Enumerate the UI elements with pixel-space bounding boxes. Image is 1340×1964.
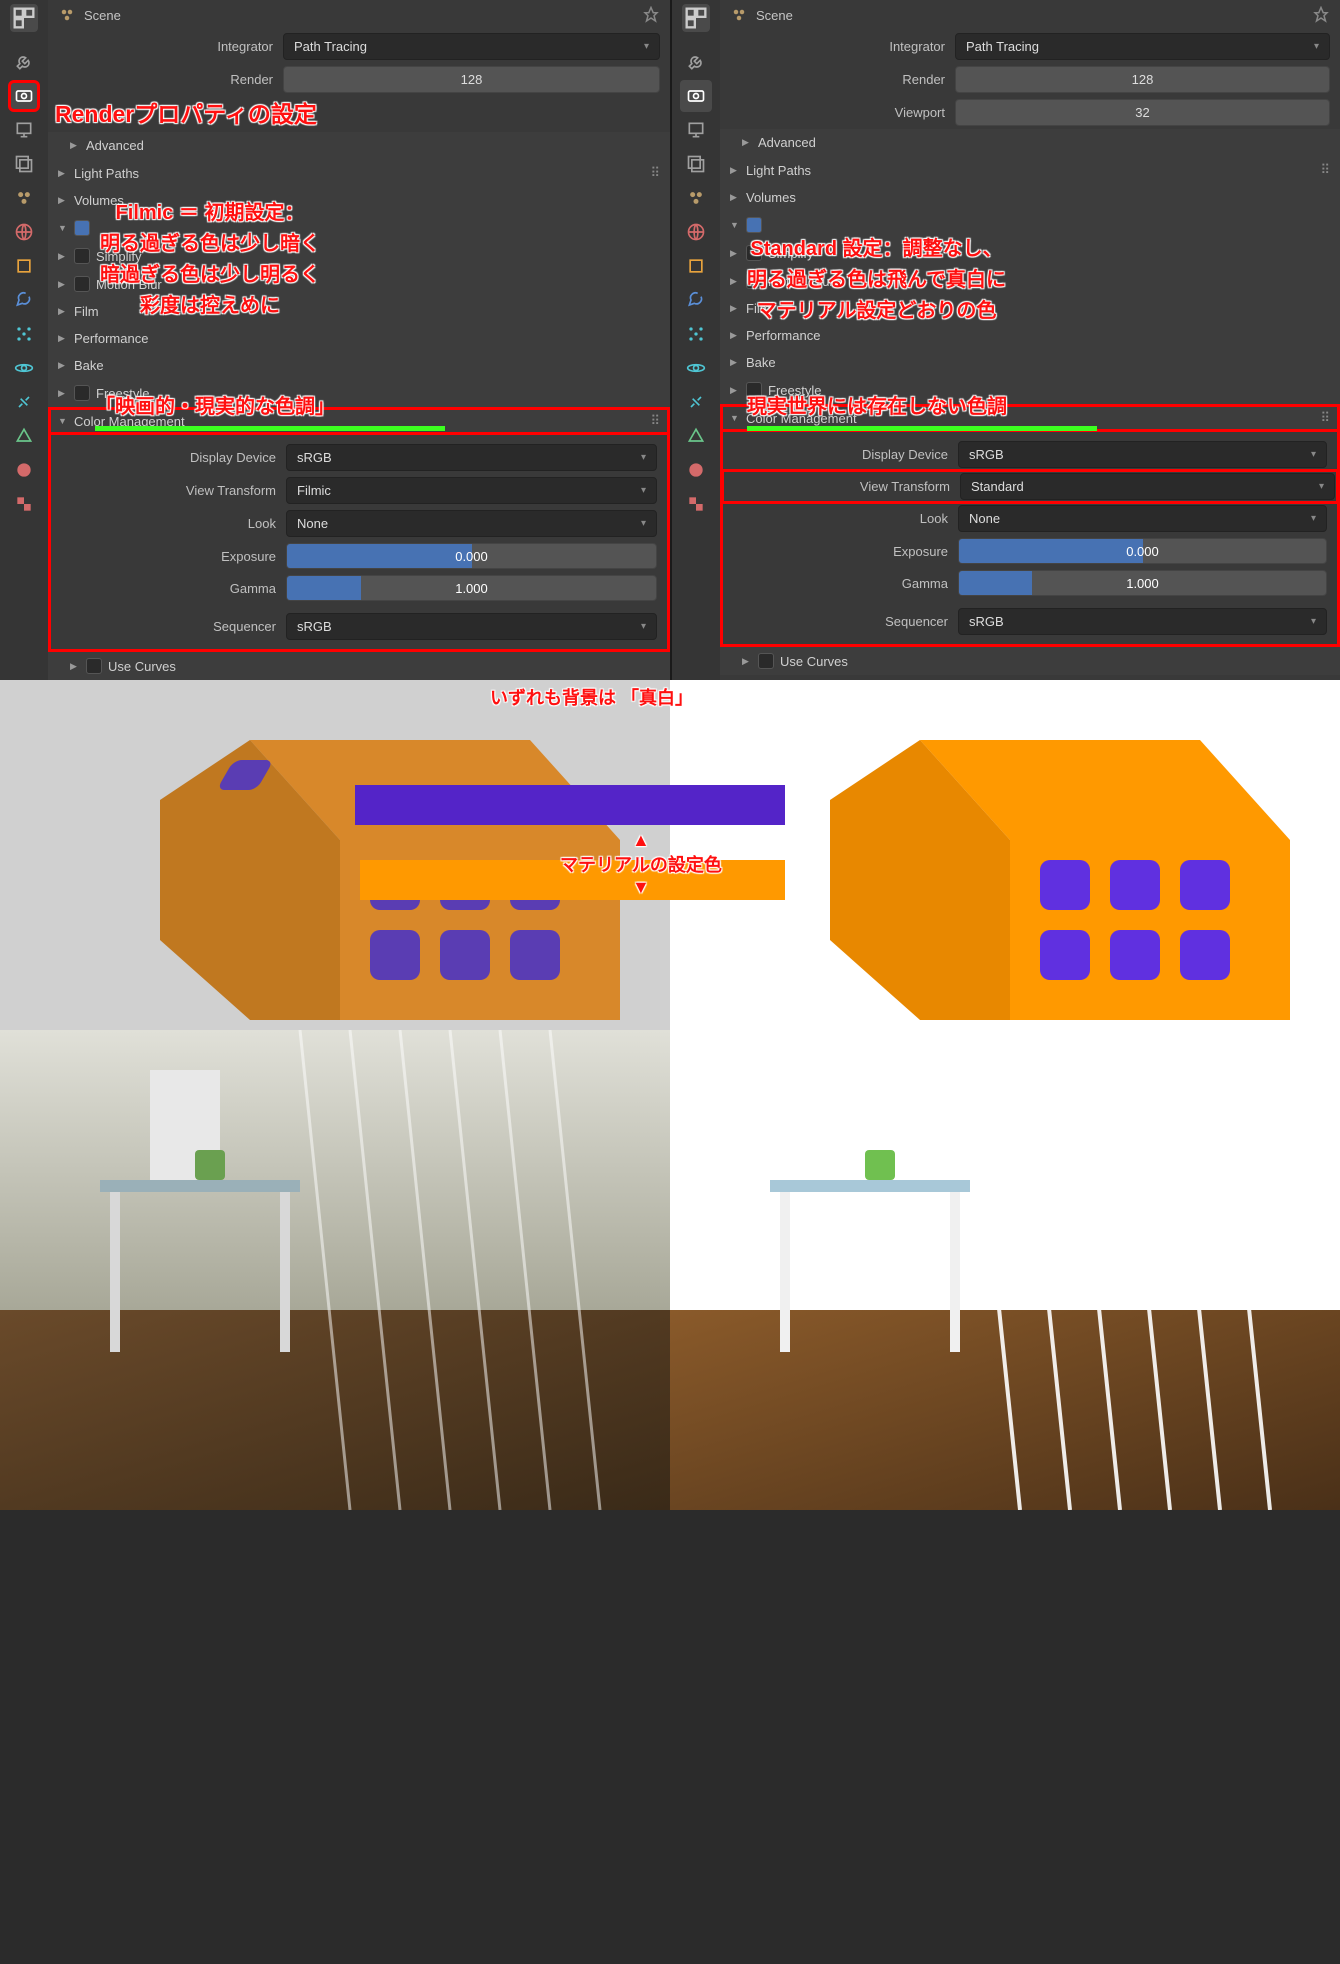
- scene-tab[interactable]: [680, 182, 712, 214]
- view-layer-tab[interactable]: [680, 148, 712, 180]
- editor-type-icon[interactable]: [10, 4, 38, 32]
- exposure-slider[interactable]: 0.000: [958, 538, 1327, 564]
- sequencer-select[interactable]: sRGB▾: [286, 613, 657, 640]
- render-samples-input[interactable]: 128: [283, 66, 660, 93]
- render-tab[interactable]: [680, 80, 712, 112]
- section-use-curves[interactable]: ▶Use Curves: [48, 652, 670, 680]
- render-comparison-cubes: いずれも背景は 「真白」 ▲マテリアルの設定色▼: [0, 680, 1340, 1030]
- annotation-foot-right: 現実世界には存在しない色調: [747, 392, 1007, 423]
- section-advanced[interactable]: ▶Advanced: [720, 129, 1340, 156]
- standard-cube-render: [670, 680, 1340, 1030]
- integrator-select[interactable]: Path Tracing▾: [955, 33, 1330, 60]
- properties-tabs: [672, 0, 720, 680]
- look-select[interactable]: None▾: [958, 505, 1327, 532]
- section-light-paths[interactable]: ▶Light Paths⠿: [720, 156, 1340, 184]
- look-select[interactable]: None▾: [286, 510, 657, 537]
- section-advanced[interactable]: ▶Advanced: [48, 132, 670, 159]
- render-comparison-interior: [0, 1030, 1340, 1510]
- exposure-slider[interactable]: 0.000: [286, 543, 657, 569]
- purple-swatch: [355, 785, 785, 825]
- render-tab[interactable]: [8, 80, 40, 112]
- properties-content: Scene IntegratorPath Tracing▾ Render128 …: [720, 0, 1340, 680]
- integrator-label: Integrator: [48, 39, 283, 54]
- display-device-select[interactable]: sRGB▾: [286, 444, 657, 471]
- section-volumes[interactable]: ▶Volumes: [720, 184, 1340, 211]
- material-color-label: ▲マテリアルの設定色▼: [560, 830, 722, 898]
- texture-tab[interactable]: [8, 488, 40, 520]
- section-bake[interactable]: ▶Bake: [720, 349, 1340, 376]
- properties-panel-right: Scene IntegratorPath Tracing▾ Render128 …: [670, 0, 1340, 680]
- section-light-paths[interactable]: ▶Light Paths⠿: [48, 159, 670, 187]
- view-transform-select[interactable]: Filmic▾: [286, 477, 657, 504]
- tool-tab[interactable]: [680, 46, 712, 78]
- object-tab[interactable]: [8, 250, 40, 282]
- annotation-title-left: Renderプロパティの設定: [55, 98, 317, 130]
- physics-tab[interactable]: [8, 352, 40, 384]
- particles-tab[interactable]: [8, 318, 40, 350]
- filmic-interior-render: [0, 1030, 670, 1510]
- sequencer-select[interactable]: sRGB▾: [958, 608, 1327, 635]
- annotation-foot-left: 「映画的・現実的な色調」: [95, 392, 335, 423]
- annotation-body-right: Standard 設定：調整なし、明る過ぎる色は飛んで真白にマテリアル設定どおり…: [747, 234, 1006, 327]
- editor-type-icon[interactable]: [682, 4, 710, 32]
- integrator-select[interactable]: Path Tracing▾: [283, 33, 660, 60]
- tool-tab[interactable]: [8, 46, 40, 78]
- display-device-select[interactable]: sRGB▾: [958, 441, 1327, 468]
- properties-panel-left: Scene IntegratorPath Tracing▾ Render128 …: [0, 0, 670, 680]
- modifiers-tab[interactable]: [680, 284, 712, 316]
- world-tab[interactable]: [680, 216, 712, 248]
- section-performance[interactable]: ▶Performance: [48, 325, 670, 352]
- object-tab[interactable]: [680, 250, 712, 282]
- gamma-slider[interactable]: 1.000: [958, 570, 1327, 596]
- data-tab[interactable]: [680, 420, 712, 452]
- render-samples-input[interactable]: 128: [955, 66, 1330, 93]
- viewport-samples-input[interactable]: 32: [955, 99, 1330, 126]
- scene-tab[interactable]: [8, 182, 40, 214]
- annotation-body-left: Filmic ＝ 初期設定：明る過ぎる色は少し暗く暗過ぎる色は少し明るく彩度は控…: [100, 198, 320, 322]
- color-management-block: Display DevicesRGB▾ View TransformFilmic…: [48, 435, 670, 652]
- scene-name: Scene: [756, 8, 793, 23]
- bg-white-label: いずれも背景は 「真白」: [490, 684, 693, 710]
- material-tab[interactable]: [8, 454, 40, 486]
- texture-tab[interactable]: [680, 488, 712, 520]
- particles-tab[interactable]: [680, 318, 712, 350]
- view-transform-select[interactable]: Standard▾: [960, 473, 1335, 500]
- output-tab[interactable]: [680, 114, 712, 146]
- gamma-slider[interactable]: 1.000: [286, 575, 657, 601]
- pin-icon[interactable]: [1312, 6, 1330, 24]
- data-tab[interactable]: [8, 420, 40, 452]
- modifiers-tab[interactable]: [8, 284, 40, 316]
- output-tab[interactable]: [8, 114, 40, 146]
- scene-name: Scene: [84, 8, 121, 23]
- enabled-checkbox[interactable]: [746, 217, 762, 233]
- properties-tabs: [0, 0, 48, 680]
- view-layer-tab[interactable]: [8, 148, 40, 180]
- section-bake[interactable]: ▶Bake: [48, 352, 670, 379]
- constraints-tab[interactable]: [680, 386, 712, 418]
- scene-data-icon: [730, 6, 748, 24]
- enabled-checkbox[interactable]: [74, 220, 90, 236]
- scene-data-icon: [58, 6, 76, 24]
- pin-icon[interactable]: [642, 6, 660, 24]
- section-use-curves[interactable]: ▶Use Curves: [720, 647, 1340, 675]
- material-tab[interactable]: [680, 454, 712, 486]
- standard-interior-render: [670, 1030, 1340, 1510]
- color-management-block: Display DevicesRGB▾ View TransformStanda…: [720, 432, 1340, 647]
- world-tab[interactable]: [8, 216, 40, 248]
- render-samples-label: Render: [48, 72, 283, 87]
- physics-tab[interactable]: [680, 352, 712, 384]
- constraints-tab[interactable]: [8, 386, 40, 418]
